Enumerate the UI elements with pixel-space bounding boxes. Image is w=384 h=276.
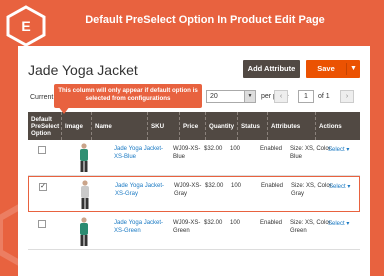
select-action[interactable]: Select ▾ [328,146,349,153]
next-page-button[interactable]: › [340,90,354,103]
save-button[interactable]: Save ▼ [306,60,360,78]
price: $32.00 [205,183,224,189]
column-actions: Actions [319,122,342,130]
default-preselect-checkbox[interactable]: ✓ [39,183,47,191]
column-attributes: Attributes [268,112,316,140]
svg-text:E: E [21,18,30,34]
info-callout: This column will only appear if default … [54,84,202,108]
product-thumbnail [80,217,88,246]
default-preselect-checkbox[interactable] [38,220,46,228]
select-action-label: Select [329,184,346,190]
banner-title: Default PreSelect Option In Product Edit… [85,14,325,26]
callout-pointer [58,106,70,114]
page-number-input[interactable]: 1 [298,90,314,103]
column-status: Status [238,112,268,140]
sku: WJ09-XS-Green [173,220,201,234]
banner-background: E Default PreSelect Option In Product Ed… [0,0,384,276]
select-action[interactable]: Select ▾ [329,183,350,190]
quantity: 100 [231,183,242,189]
status: Enabled [260,220,283,226]
column-image: Image [62,112,92,140]
per-page-value: 20 [210,93,218,100]
quantity: 100 [230,220,241,226]
current-label: Current [30,94,54,101]
save-button-label: Save [317,64,335,73]
status: Enabled [261,183,284,189]
page-title: Jade Yoga Jacket [28,62,138,78]
table-row: Jade Yoga Jacket-XS-Green WJ09-XS-Green … [28,214,360,250]
product-thumbnail [81,180,89,209]
sku: WJ09-XS-Blue [173,146,201,160]
price: $32.00 [204,220,223,226]
chevron-down-icon[interactable]: ▼ [244,91,255,102]
sku: WJ09-XS-Gray [174,183,202,197]
quantity: 100 [230,146,241,152]
select-action-label: Select [328,147,345,153]
table-row: ✓ Jade Yoga Jacket-XS-Gray WJ09-XS-Gray … [28,176,360,212]
price: $32.00 [204,146,223,152]
column-quantity: Quantity [206,112,238,140]
logo-icon: E [6,5,46,47]
add-attribute-button[interactable]: Add Attribute [243,60,300,78]
product-thumbnail [80,143,88,172]
table-row: Jade Yoga Jacket-XS-Blue WJ09-XS-Blue $3… [28,140,360,176]
product-name-link[interactable]: Jade Yoga Jacket-XS-Gray [115,183,169,198]
column-name: Name [92,112,148,140]
product-edit-panel: Jade Yoga Jacket Add Attribute Save ▼ Cu… [18,46,370,276]
page-count: of 1 [318,93,330,100]
select-action-label: Select [328,221,345,227]
product-name-link[interactable]: Jade Yoga Jacket-XS-Blue [114,146,168,161]
per-page-select[interactable]: 20 ▼ [206,90,256,103]
column-price: Price [180,112,206,140]
product-name-link[interactable]: Jade Yoga Jacket-XS-Green [114,220,168,235]
default-preselect-checkbox[interactable] [38,146,46,154]
column-default-preselect: Default PreSelect Option [28,112,62,140]
select-action[interactable]: Select ▾ [328,220,349,227]
column-sku: SKU [148,112,180,140]
chevron-down-icon[interactable]: ▼ [347,60,360,78]
table-header: Default PreSelect Option Image Name SKU … [28,112,360,140]
status: Enabled [260,146,283,152]
previous-page-button[interactable]: ‹ [274,90,288,103]
